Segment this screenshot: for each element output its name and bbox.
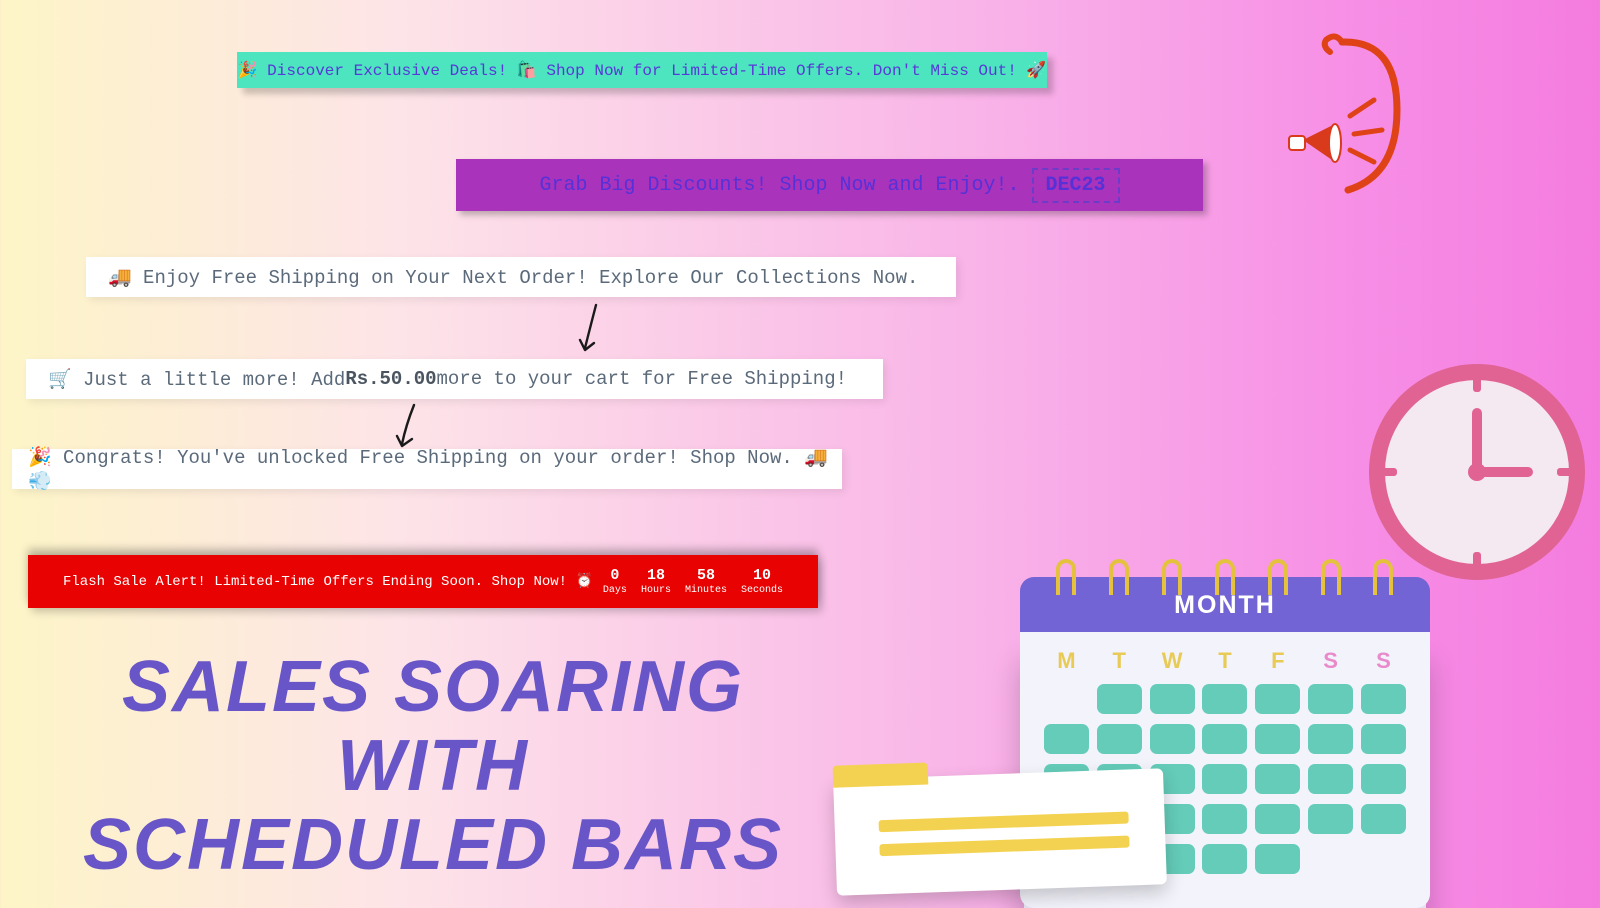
headline-line-1: SALES SOARING WITH bbox=[18, 648, 848, 806]
marketing-headline: SALES SOARING WITH SCHEDULED BARS bbox=[18, 648, 848, 886]
promo-text: Grab Big Discounts! Shop Now and Enjoy!. bbox=[539, 174, 1019, 197]
countdown-days: 0 bbox=[610, 567, 619, 585]
headline-line-2: SCHEDULED BARS bbox=[18, 806, 848, 885]
promo-code-badge[interactable]: DEC23 bbox=[1032, 168, 1120, 203]
promo-bar-free-shipping-unlocked: 🎉 Congrats! You've unlocked Free Shippin… bbox=[12, 449, 842, 489]
promo-text-prefix: 🛒 Just a little more! Add bbox=[48, 367, 345, 391]
countdown-timer: 0Days 18Hours 58Minutes 10Seconds bbox=[603, 567, 783, 597]
promo-bar-discount-code: Grab Big Discounts! Shop Now and Enjoy!.… bbox=[456, 159, 1203, 211]
promo-bar-flash-sale-countdown: Flash Sale Alert! Limited-Time Offers En… bbox=[28, 555, 818, 608]
promo-amount: Rs.50.00 bbox=[345, 368, 436, 390]
promo-text: 🎉 Discover Exclusive Deals! 🛍️ Shop Now … bbox=[238, 60, 1047, 80]
arrow-icon bbox=[572, 302, 612, 358]
promo-bar-free-shipping-info: 🚚 Enjoy Free Shipping on Your Next Order… bbox=[86, 257, 956, 297]
clock-icon bbox=[1360, 355, 1595, 590]
countdown-seconds: 10 bbox=[753, 567, 771, 585]
countdown-hours: 18 bbox=[647, 567, 665, 585]
promo-bar-exclusive-deals: 🎉 Discover Exclusive Deals! 🛍️ Shop Now … bbox=[237, 52, 1047, 88]
promo-text: Flash Sale Alert! Limited-Time Offers En… bbox=[63, 573, 593, 590]
calendar-weekday-row: M T W T F S S bbox=[1040, 648, 1410, 674]
promo-text: 🚚 Enjoy Free Shipping on Your Next Order… bbox=[108, 265, 918, 289]
promo-text-suffix: more to your cart for Free Shipping! bbox=[437, 368, 847, 390]
promo-text: 🎉 Congrats! You've unlocked Free Shippin… bbox=[28, 445, 842, 493]
promo-bar-free-shipping-threshold: 🛒 Just a little more! Add Rs.50.00 more … bbox=[26, 359, 883, 399]
sticky-note-illustration bbox=[833, 768, 1167, 895]
megaphone-icon bbox=[1280, 30, 1440, 200]
countdown-minutes: 58 bbox=[697, 567, 715, 585]
